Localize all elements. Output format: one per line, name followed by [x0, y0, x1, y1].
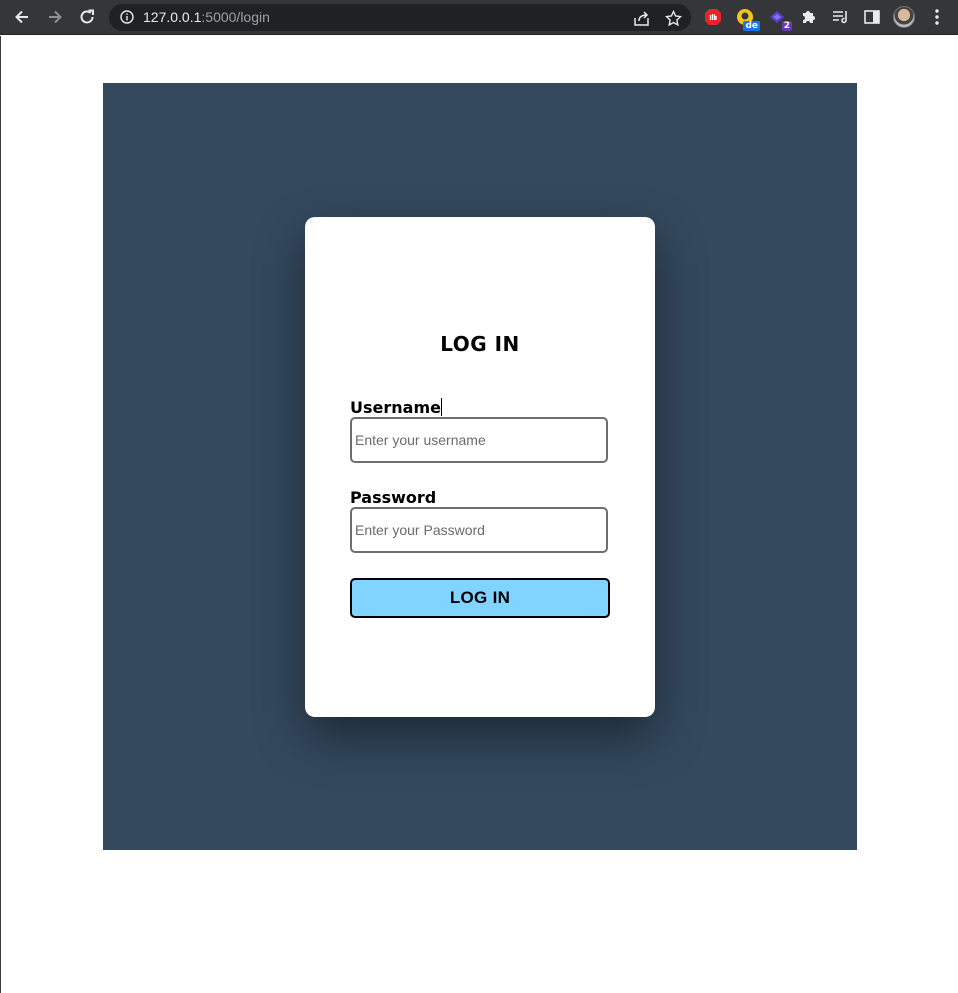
- forward-button[interactable]: [43, 5, 67, 29]
- reading-list-icon[interactable]: [829, 6, 851, 28]
- extensions-puzzle-icon[interactable]: [798, 6, 820, 28]
- menu-kebab-icon[interactable]: [926, 6, 948, 28]
- login-card: LOG IN Username Password LOG IN: [305, 217, 655, 717]
- purple-extension-icon[interactable]: 2: [766, 6, 792, 31]
- back-arrow-icon: [15, 10, 28, 24]
- address-bar[interactable]: 127.0.0.1:5000/login: [109, 4, 691, 31]
- login-title: LOG IN: [440, 332, 520, 356]
- password-label: Password: [350, 488, 437, 507]
- username-input[interactable]: [350, 417, 608, 463]
- text-cursor: [440, 398, 442, 416]
- url-host: 127.0.0.1: [143, 9, 202, 25]
- side-panel-icon[interactable]: [861, 6, 883, 28]
- forward-arrow-icon: [49, 10, 62, 24]
- reload-button[interactable]: [75, 5, 99, 29]
- page-background: LOG IN Username Password LOG IN: [103, 83, 857, 850]
- reload-icon: [80, 9, 94, 24]
- password-input[interactable]: [350, 507, 608, 553]
- site-info-icon[interactable]: [119, 9, 135, 25]
- translate-extension-badge: de: [743, 21, 760, 31]
- username-label: Username: [350, 398, 442, 417]
- adblock-extension-icon[interactable]: [702, 6, 724, 28]
- window-border: [0, 36, 1, 993]
- username-label-text: Username: [350, 398, 441, 417]
- bookmark-star-icon[interactable]: [663, 8, 683, 28]
- purple-extension-badge: 2: [781, 21, 792, 31]
- share-icon[interactable]: [631, 8, 651, 28]
- translate-extension-icon[interactable]: de: [734, 6, 760, 31]
- url-text[interactable]: 127.0.0.1:5000/login: [143, 4, 270, 31]
- profile-avatar[interactable]: [893, 6, 915, 28]
- back-button[interactable]: [10, 5, 34, 29]
- login-button[interactable]: LOG IN: [350, 578, 610, 618]
- browser-toolbar: 127.0.0.1:5000/login de 2: [0, 0, 958, 35]
- url-path: :5000/login: [201, 9, 270, 25]
